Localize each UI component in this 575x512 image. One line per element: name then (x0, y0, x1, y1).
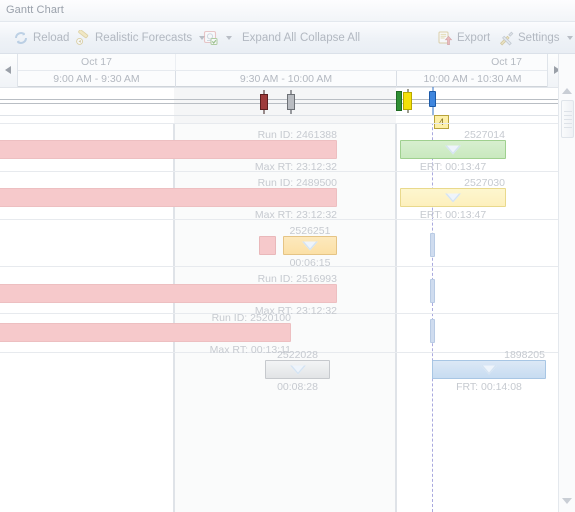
max-rt-label-1: Max RT: 23:12:32 (254, 161, 337, 173)
page-title: Gantt Chart (6, 4, 64, 16)
marker-blue[interactable] (428, 87, 437, 115)
realistic-forecasts-button[interactable]: Realistic Forecasts (72, 26, 208, 50)
forecast-bar-2527030[interactable] (400, 188, 506, 207)
band-bottom-rule (0, 115, 558, 116)
timeline-slot-2: 10:00 AM - 10:30 AM (423, 73, 522, 85)
timeline-scroll-left[interactable] (0, 54, 18, 87)
milestone-band: 4 (0, 87, 558, 129)
timeline-slot-row: 9:00 AM - 9:30 AM 9:30 AM - 10:00 AM 10:… (18, 70, 547, 88)
vertical-scrollbar[interactable] (558, 54, 575, 512)
duration-label-3: 00:06:15 (289, 257, 331, 269)
duration-label-6: 00:08:28 (277, 381, 318, 393)
actual-bar-run-2520100[interactable] (0, 323, 291, 342)
scroll-down-arrow-icon[interactable] (562, 498, 572, 504)
row-separator (0, 266, 558, 267)
reload-button[interactable]: Reload (10, 26, 72, 50)
now-bar-4[interactable] (430, 279, 435, 303)
marker-dark-red[interactable] (259, 90, 269, 114)
marker-grey[interactable] (286, 90, 296, 114)
wand-icon (75, 29, 91, 46)
realistic-forecasts-label: Realistic Forecasts (95, 32, 193, 44)
max-rt-label-5: Max RT: 00:13:11 (209, 344, 291, 356)
filter-button[interactable] (200, 26, 235, 50)
now-bar-3[interactable] (430, 233, 435, 257)
frt-label-7: FRT: 00:14:08 (456, 381, 522, 393)
band-bg-past (0, 87, 174, 123)
reload-icon (13, 30, 29, 46)
forecast-bar-2527014[interactable] (400, 140, 506, 159)
tools-icon (498, 30, 514, 46)
timeline-day-0: Oct 17 (18, 54, 176, 70)
actual-bar-run-2461388[interactable] (0, 140, 337, 159)
chevron-down-icon-settings[interactable] (566, 36, 573, 40)
band-bg-current (174, 87, 396, 123)
timeline-day-1: Oct 17 (491, 56, 522, 68)
timeline-slot-0: 9:00 AM - 9:30 AM (18, 71, 176, 87)
window-title-bar: Gantt Chart (0, 0, 575, 22)
band-rule-2 (0, 103, 558, 104)
actual-bar-run-2489500[interactable] (0, 188, 337, 207)
forecast-bar-1898205[interactable] (432, 360, 546, 379)
forecast-bar-2526251[interactable] (283, 236, 337, 255)
expand-all-button[interactable]: Expand All (239, 26, 299, 50)
band-bg-future (396, 87, 558, 123)
flag-note[interactable]: 4 (434, 115, 449, 129)
grid-vrule-2 (396, 87, 397, 512)
expand-all-label: Expand All (242, 32, 297, 44)
collapse-triangle-icon[interactable] (481, 365, 497, 374)
band-rule-1 (0, 99, 558, 100)
settings-label: Settings (518, 32, 560, 44)
toolbar: Reload Realistic Forecasts Expand All Co… (0, 22, 575, 54)
gantt-chart-window: Gantt Chart Reload Realistic Forecasts E… (0, 0, 575, 512)
scroll-left-arrow-icon (5, 66, 11, 74)
collapse-all-button[interactable]: Collapse All (297, 26, 363, 50)
settings-button[interactable]: Settings (495, 26, 575, 50)
collapse-triangle-icon[interactable] (445, 145, 461, 154)
ert-label-2: ERT: 00:13:47 (419, 209, 487, 221)
max-rt-label-2: Max RT: 23:12:32 (254, 209, 337, 221)
reload-label: Reload (33, 32, 70, 44)
forecast-bar-2522028[interactable] (265, 360, 330, 379)
scroll-up-arrow-icon[interactable] (562, 88, 572, 94)
export-button[interactable]: Export (434, 26, 493, 50)
actual-bar-run-2516993[interactable] (0, 284, 337, 303)
chip-bar-2526251[interactable] (259, 236, 276, 255)
chevron-down-icon-filter[interactable] (226, 36, 232, 40)
timeline-day-row: Oct 17 Oct 17 (18, 54, 547, 70)
export-label: Export (457, 32, 491, 44)
timeline-slot-1: 9:30 AM - 10:00 AM (176, 71, 397, 87)
scrollbar-track[interactable] (559, 54, 575, 512)
collapse-triangle-icon[interactable] (289, 365, 306, 374)
export-icon (437, 30, 453, 46)
timeline-header: Oct 17 Oct 17 9:00 AM - 9:30 AM 9:30 AM … (0, 54, 575, 87)
collapse-triangle-icon[interactable] (445, 193, 461, 202)
collapse-all-label: Collapse All (300, 32, 361, 44)
now-bar-5[interactable] (430, 319, 435, 343)
row-separator (0, 123, 558, 124)
marker-yellow[interactable] (402, 89, 413, 113)
ert-label-1: ERT: 00:13:47 (419, 161, 487, 173)
scrollbar-thumb[interactable] (561, 100, 574, 138)
gantt-grid[interactable]: 4 Run ID: 2461388 Max RT: 23:12:32 25270… (0, 87, 558, 512)
filter-icon (203, 30, 219, 46)
band-top-rule (0, 87, 558, 88)
collapse-triangle-icon[interactable] (302, 241, 318, 250)
